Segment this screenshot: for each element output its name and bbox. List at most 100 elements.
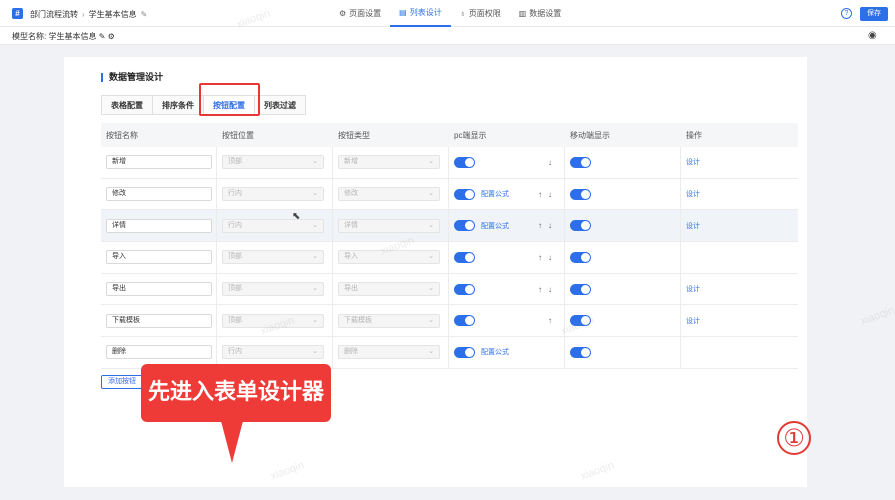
pc-display-toggle[interactable]	[454, 315, 475, 327]
button-position-select[interactable]: 顶部 ⌄	[222, 282, 324, 297]
col-header: pc端显示	[454, 130, 487, 140]
arrow-up-icon[interactable]: ↑	[538, 221, 542, 230]
arrow-up-icon[interactable]: ↑	[538, 253, 542, 262]
mobile-display-toggle[interactable]	[570, 283, 591, 295]
mobile-display-toggle[interactable]	[570, 346, 591, 358]
sort-arrows: ↑ ↓	[538, 242, 552, 273]
arrow-down-icon[interactable]: ↓	[548, 221, 552, 230]
breadcrumb-item[interactable]: 部门流程流转	[30, 9, 78, 20]
chevron-down-icon: ⌄	[428, 316, 434, 324]
button-position-select[interactable]: 行内 ⌄	[222, 345, 324, 360]
tab-list-design[interactable]: ▤ 列表设计	[390, 0, 451, 27]
arrow-down-icon[interactable]: ↓	[548, 285, 552, 294]
mobile-display-cell	[565, 337, 681, 368]
button-position-select[interactable]: 行内 ⌄	[222, 187, 324, 202]
type-cell: 详情 ⌄	[333, 210, 449, 242]
button-name-input[interactable]: 修改	[106, 187, 212, 202]
button-name-input[interactable]: 删除	[106, 345, 212, 360]
button-type-select[interactable]: 下载模板 ⌄	[338, 313, 440, 328]
breadcrumb-item: 学生基本信息	[88, 10, 137, 19]
position-cell: 行内 ⌄	[217, 178, 333, 210]
arrow-down-icon[interactable]: ↓	[548, 158, 552, 167]
config-formula-link[interactable]: 配置公式	[481, 189, 509, 199]
config-formula-link[interactable]: 配置公式	[481, 347, 509, 357]
chevron-down-icon: ⌄	[428, 285, 434, 293]
arrow-down-icon[interactable]: ↓	[548, 190, 552, 199]
tab-list-filter[interactable]: 列表过滤	[254, 95, 306, 115]
edit-icon[interactable]: ✎	[141, 10, 148, 19]
button-position-select[interactable]: 顶部 ⌄	[222, 155, 324, 170]
arrow-down-icon[interactable]: ↓	[548, 253, 552, 262]
config-formula-link[interactable]: 配置公式	[481, 221, 509, 231]
arrow-up-icon[interactable]: ↑	[538, 285, 542, 294]
design-link[interactable]: 设计	[686, 221, 700, 231]
button-name-input[interactable]: 导入	[106, 250, 212, 265]
button-position-select[interactable]: 顶部 ⌄	[222, 250, 324, 265]
design-link[interactable]: 设计	[686, 189, 700, 199]
button-name-input[interactable]: 新增	[106, 155, 212, 170]
tab-sort-conditions[interactable]: 排序条件	[152, 95, 204, 115]
chevron-down-icon: ⌄	[312, 316, 318, 324]
mobile-display-toggle[interactable]	[570, 188, 591, 200]
button-name-input[interactable]: 下载模板	[106, 313, 212, 328]
pc-display-toggle[interactable]	[454, 156, 475, 168]
chevron-down-icon: ⌄	[312, 253, 318, 261]
highlight-box	[199, 83, 260, 116]
list-icon: ▤	[399, 8, 407, 17]
chevron-down-icon: ⌄	[428, 190, 434, 198]
gear-icon[interactable]: ⚙	[108, 32, 115, 41]
chevron-down-icon: ⌄	[428, 158, 434, 166]
design-card: 数据管理设计 表格配置 排序条件 按钮配置 列表过滤 按钮名称 按钮位置 按钮类…	[64, 57, 807, 487]
gear-icon: ⚙	[339, 9, 347, 18]
pc-display-toggle[interactable]	[454, 283, 475, 295]
chevron-down-icon: ⌄	[312, 190, 318, 198]
tab-page-permissions[interactable]: ♁ 页面权限	[451, 0, 510, 27]
tab-data-settings[interactable]: ▥ 数据设置	[510, 0, 571, 27]
mobile-display-toggle[interactable]	[570, 156, 591, 168]
preview-eye-icon[interactable]: ◉	[868, 30, 877, 41]
pc-display-cell: 配置公式 ↑ ↓	[449, 210, 565, 242]
mobile-display-toggle[interactable]	[570, 251, 591, 263]
table-body: 新增 顶部 ⌄ 新增 ⌄ ↓ 设计 修改 行内 ⌄ 修改 ⌄ 配置公式 ↑ ↓ 设计 详情 行内 ⌄ 详情 ⌄ 配置公式 ↑…	[101, 147, 798, 369]
table-row: 修改 行内 ⌄ 修改 ⌄ 配置公式 ↑ ↓ 设计	[101, 178, 798, 211]
button-table: 按钮名称 按钮位置 按钮类型 pc端显示 移动端显示 操作 新增 顶部 ⌄ 新增 ⌄ ↓ 设…	[101, 123, 798, 369]
design-link[interactable]: 设计	[686, 284, 700, 294]
type-cell: 导出 ⌄	[333, 273, 449, 305]
name-cell: 导出	[101, 273, 217, 305]
design-link[interactable]: 设计	[686, 157, 700, 167]
add-button-button[interactable]: 添加按钮	[101, 375, 143, 389]
save-button[interactable]: 保存	[860, 7, 888, 21]
type-cell: 修改 ⌄	[333, 178, 449, 210]
pc-display-toggle[interactable]	[454, 251, 475, 263]
pc-display-toggle[interactable]	[454, 188, 475, 200]
button-name-input[interactable]: 导出	[106, 282, 212, 297]
pc-display-cell: ↑	[449, 305, 565, 337]
button-type-select[interactable]: 新增 ⌄	[338, 155, 440, 170]
top-bar: # 部门流程流转 › 学生基本信息 ✎ ⚙ 页面设置 ▤ 列表设计 ♁ 页面权限 ▥ 数…	[0, 0, 895, 27]
help-icon[interactable]: ?	[841, 8, 852, 19]
pc-display-toggle[interactable]	[454, 220, 475, 232]
button-name-input[interactable]: 详情	[106, 218, 212, 233]
pc-display-toggle[interactable]	[454, 346, 475, 358]
edit-icon[interactable]: ✎	[99, 32, 106, 41]
pc-display-cell: ↑ ↓	[449, 273, 565, 305]
section-title: 数据管理设计	[101, 73, 163, 82]
mobile-display-toggle[interactable]	[570, 220, 591, 232]
design-link[interactable]: 设计	[686, 316, 700, 326]
chevron-down-icon: ⌄	[312, 221, 318, 229]
tab-page-settings[interactable]: ⚙ 页面设置	[330, 0, 390, 27]
position-cell: 顶部 ⌄	[217, 147, 333, 178]
arrow-up-icon[interactable]: ↑	[538, 190, 542, 199]
sort-arrows: ↑ ↓	[538, 210, 552, 241]
button-position-select[interactable]: 行内 ⌄	[222, 218, 324, 233]
tab-table-config[interactable]: 表格配置	[101, 95, 153, 115]
button-type-select[interactable]: 详情 ⌄	[338, 218, 440, 233]
button-type-select[interactable]: 删除 ⌄	[338, 345, 440, 360]
mobile-display-cell	[565, 147, 681, 178]
chevron-down-icon: ⌄	[428, 253, 434, 261]
arrow-up-icon[interactable]: ↑	[548, 316, 552, 325]
col-header: 按钮名称	[106, 130, 138, 140]
button-type-select[interactable]: 修改 ⌄	[338, 187, 440, 202]
model-bar: 模型名称: 学生基本信息 ✎ ⚙ ◉	[0, 27, 895, 45]
button-type-select[interactable]: 导出 ⌄	[338, 282, 440, 297]
